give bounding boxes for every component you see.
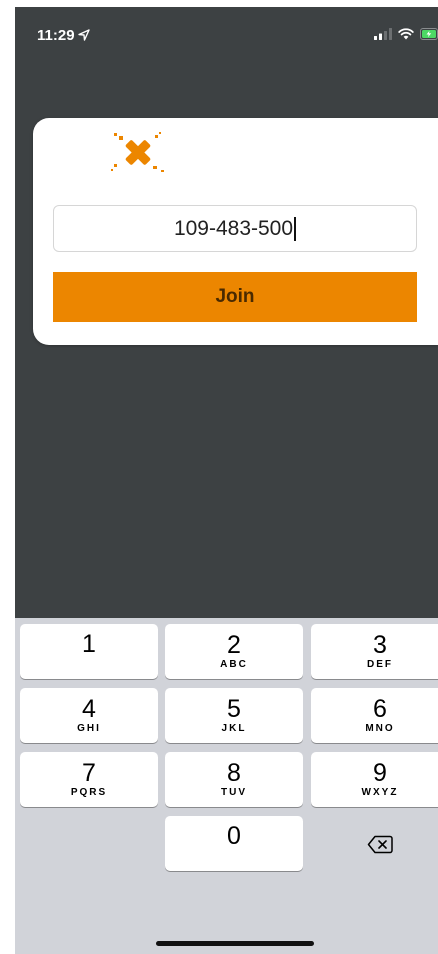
key-letters: GHI (77, 723, 101, 734)
status-icons (374, 26, 438, 42)
key-9[interactable]: 9 WXYZ (311, 752, 438, 807)
text-cursor (294, 216, 297, 241)
key-1[interactable]: 1 (20, 624, 158, 679)
key-digit: 7 (82, 759, 96, 787)
key-letters: TUV (221, 787, 247, 798)
battery-charging-icon (420, 28, 438, 40)
key-digit: 2 (227, 631, 241, 659)
meeting-code-value: 109-483-500 (173, 216, 294, 240)
delete-key[interactable] (311, 817, 438, 872)
meeting-code-input[interactable]: 109-483-500 (53, 205, 417, 252)
time-text: 11:29 (37, 27, 75, 44)
key-digit: 6 (373, 695, 387, 723)
key-digit: 8 (227, 759, 241, 787)
key-letters: MNO (365, 723, 395, 734)
key-5[interactable]: 5 JKL (165, 688, 303, 743)
home-indicator[interactable] (156, 941, 314, 946)
key-letters: ABC (220, 659, 248, 670)
wifi-icon (398, 28, 414, 40)
key-3[interactable]: 3 DEF (311, 624, 438, 679)
key-digit: 4 (82, 695, 96, 723)
key-letters: DEF (367, 659, 393, 670)
key-0[interactable]: 0 (165, 816, 303, 871)
numeric-keypad: 1 2 ABC 3 DEF 4 GHI 5 JKL 6 MNO 7 PQRS 8 (15, 618, 438, 954)
key-letters: WXYZ (361, 787, 399, 798)
phone-screen: 11:29 109-483-500 Join 1 2 ABC 3 DEF 4 G… (15, 7, 438, 954)
key-digit: 3 (373, 631, 387, 659)
key-digit: 5 (227, 695, 241, 723)
x-logo-icon (111, 132, 164, 172)
key-2[interactable]: 2 ABC (165, 624, 303, 679)
key-4[interactable]: 4 GHI (20, 688, 158, 743)
key-8[interactable]: 8 TUV (165, 752, 303, 807)
backspace-icon (367, 835, 393, 854)
key-letters: PQRS (70, 787, 108, 798)
key-digit: 9 (373, 759, 387, 787)
signal-icon (374, 28, 392, 40)
status-time: 11:29 (37, 27, 90, 44)
key-letters: JKL (221, 723, 247, 734)
key-digit: 0 (227, 822, 241, 850)
location-arrow-icon (77, 29, 90, 41)
key-digit: 1 (82, 630, 96, 658)
join-card: 109-483-500 Join (33, 118, 438, 345)
join-button[interactable]: Join (53, 272, 417, 322)
key-7[interactable]: 7 PQRS (20, 752, 158, 807)
key-6[interactable]: 6 MNO (311, 688, 438, 743)
